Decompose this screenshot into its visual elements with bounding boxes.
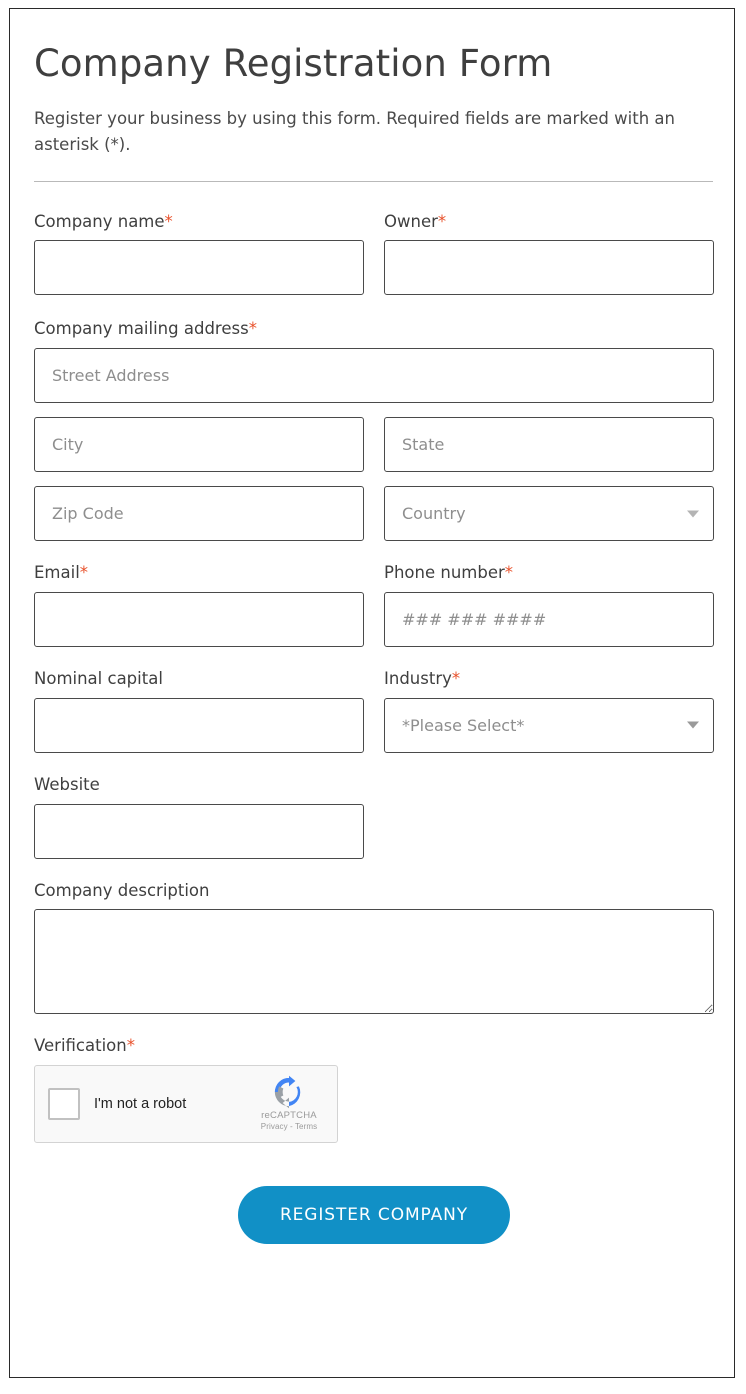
row-city-state [34,417,714,473]
field-group-company-description: Company description [34,881,714,1015]
page-title: Company Registration Form [34,42,553,85]
label-phone-number-text: Phone number [384,563,505,583]
label-mailing-address-text: Company mailing address [34,319,249,339]
recaptcha-widget[interactable]: I'm not a robot reCAPTCHA Privacy - Term… [34,1065,338,1144]
row-company-owner: Company name* Owner* [34,212,714,296]
row-website: Website [34,775,714,859]
street-address-wrap [34,348,714,404]
state-input[interactable] [384,417,714,473]
country-select-wrapper[interactable] [384,486,714,542]
label-website: Website [34,774,100,794]
field-group-mailing-address: Company mailing address* [34,319,714,542]
field-group-industry: Industry* [384,669,714,753]
label-owner-text: Owner [384,211,438,231]
row-capital-industry: Nominal capital Industry* [34,669,714,753]
field-group-phone: Phone number* [384,563,714,647]
form-page-frame: Company Registration Form Register your … [9,8,735,1378]
label-verification: Verification* [34,1036,714,1056]
recaptcha-logo-icon [274,1075,301,1109]
register-company-button[interactable]: REGISTER COMPANY [237,1186,511,1245]
field-group-verification: Verification* I'm not a robot reCAPTCHA … [34,1036,714,1144]
required-asterisk: * [164,211,173,231]
label-phone-number: Phone number* [384,563,714,583]
email-input[interactable] [34,591,364,647]
state-wrap [384,417,714,473]
recaptcha-checkbox[interactable] [48,1088,80,1121]
street-address-input[interactable] [34,348,714,404]
field-group-website: Website [34,775,364,859]
recaptcha-privacy-terms-links[interactable]: Privacy - Terms [251,1122,327,1132]
label-industry-text: Industry [384,668,452,688]
city-input[interactable] [34,417,364,473]
required-asterisk: * [437,211,447,231]
required-asterisk: * [504,563,514,583]
website-input[interactable] [34,803,364,859]
row-email-phone: Email* Phone number* [34,563,714,647]
industry-select[interactable] [384,697,714,753]
field-group-nominal-capital: Nominal capital [34,669,364,753]
city-wrap [34,417,364,473]
label-mailing-address: Company mailing address* [34,319,714,339]
required-asterisk: * [126,1036,135,1056]
header-divider [34,180,713,182]
label-owner: Owner* [384,212,714,232]
label-email-text: Email [34,563,80,583]
nominal-capital-input[interactable] [34,697,364,753]
required-asterisk: * [451,668,461,688]
owner-input[interactable] [384,240,714,296]
row-zip-country [34,486,714,542]
recaptcha-branding: reCAPTCHA Privacy - Terms [251,1075,327,1132]
label-company-name-text: Company name [34,211,165,231]
label-email: Email* [34,563,364,583]
label-industry: Industry* [384,669,714,689]
country-wrap [384,486,714,542]
field-group-company-name: Company name* [34,212,364,296]
zip-code-input[interactable] [34,486,364,542]
form-intro-text: Register your business by using this for… [34,109,675,154]
recaptcha-checkbox-label: I'm not a robot [94,1096,187,1113]
form-container: Company Registration Form Register your … [34,9,714,1245]
phone-number-input[interactable] [384,591,714,647]
field-group-owner: Owner* [384,212,714,296]
recaptcha-brand-name: reCAPTCHA [261,1110,317,1122]
label-nominal-capital: Nominal capital [34,668,163,688]
country-select[interactable] [384,486,714,542]
company-name-input[interactable] [34,240,364,296]
zip-wrap [34,486,364,542]
required-asterisk: * [248,319,257,339]
field-group-email: Email* [34,563,364,647]
industry-select-wrapper[interactable] [384,697,714,753]
label-company-description: Company description [34,880,210,900]
required-asterisk: * [79,563,89,583]
company-description-textarea[interactable] [34,909,714,1015]
submit-row: REGISTER COMPANY [34,1186,714,1245]
label-company-name: Company name* [34,212,364,232]
label-verification-text: Verification [34,1036,127,1056]
company-description-wrap [34,909,714,1015]
